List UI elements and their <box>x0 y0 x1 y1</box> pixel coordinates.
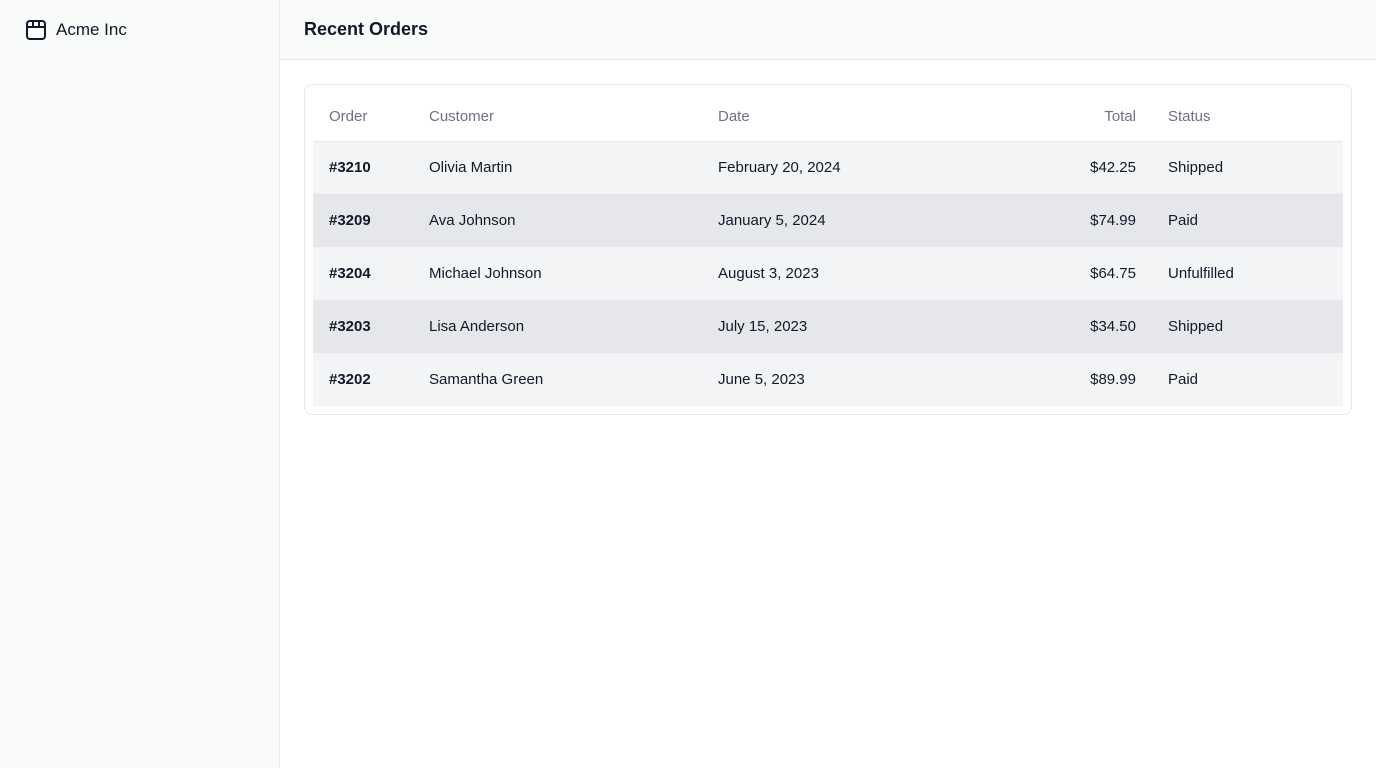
order-status: Paid <box>1168 371 1199 388</box>
customer-name: Ava Johnson <box>429 212 516 229</box>
order-total: $89.99 <box>1090 371 1136 388</box>
customer-name: Samantha Green <box>429 371 544 388</box>
customer-name: Olivia Martin <box>429 159 513 177</box>
page-title: Recent Orders <box>304 19 429 39</box>
column-header-total: Total <box>962 93 1152 142</box>
order-total: $34.50 <box>1090 318 1136 335</box>
brand-link[interactable]: Acme Inc <box>0 0 279 60</box>
column-header-customer: Customer <box>413 93 702 142</box>
order-id: #3210 <box>329 159 371 177</box>
order-date: February 20, 2024 <box>718 159 841 177</box>
column-header-status: Status <box>1152 93 1343 142</box>
app: Acme Inc Recent Orders Order Customer Da… <box>0 0 1376 768</box>
order-status: Paid <box>1168 212 1199 229</box>
table-row[interactable]: #3204 Michael Johnson August 3, 2023 $64… <box>313 247 1343 300</box>
order-status: Shipped <box>1168 159 1224 177</box>
table-body: #3210 Olivia Martin February 20, 2024 $4… <box>313 141 1343 406</box>
order-total: $64.75 <box>1090 265 1136 282</box>
order-id: #3203 <box>329 318 371 335</box>
table-row[interactable]: #3209 Ava Johnson January 5, 2024 $74.99… <box>313 194 1343 247</box>
order-total: $42.25 <box>1090 159 1136 177</box>
orders-card: Order Customer Date Total Status #3210 O… <box>304 84 1352 415</box>
sidebar: Acme Inc <box>0 0 280 768</box>
order-date: August 3, 2023 <box>718 265 819 282</box>
order-id: #3204 <box>329 265 371 282</box>
table-row[interactable]: #3202 Samantha Green June 5, 2023 $89.99… <box>313 353 1343 406</box>
header: Recent Orders <box>280 0 1376 60</box>
order-date: July 15, 2023 <box>718 318 808 335</box>
order-status: Shipped <box>1168 318 1224 335</box>
column-header-date: Date <box>702 93 962 142</box>
orders-table: Order Customer Date Total Status #3210 O… <box>313 93 1343 406</box>
order-date: January 5, 2024 <box>718 212 826 229</box>
brand-label: Acme Inc <box>56 20 127 39</box>
order-id: #3202 <box>329 371 371 388</box>
main: Recent Orders Order Customer Date Total … <box>280 0 1376 768</box>
order-total: $74.99 <box>1090 212 1136 229</box>
package-icon <box>24 18 48 42</box>
table-header: Order Customer Date Total Status <box>313 93 1343 142</box>
order-date: June 5, 2023 <box>718 371 805 388</box>
table-row[interactable]: #3203 Lisa Anderson July 15, 2023 $34.50… <box>313 300 1343 353</box>
table-row[interactable]: #3210 Olivia Martin February 20, 2024 $4… <box>313 141 1343 194</box>
customer-name: Michael Johnson <box>429 265 542 282</box>
table-header-row: Order Customer Date Total Status <box>313 93 1343 142</box>
column-header-order: Order <box>313 93 413 142</box>
customer-name: Lisa Anderson <box>429 318 525 335</box>
order-status: Unfulfilled <box>1168 265 1234 282</box>
order-id: #3209 <box>329 212 371 229</box>
content: Order Customer Date Total Status #3210 O… <box>280 60 1376 439</box>
